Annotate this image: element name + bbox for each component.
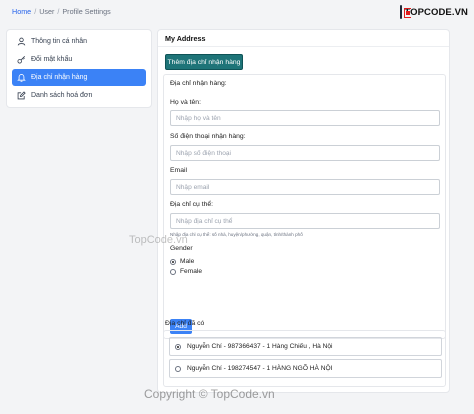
sidebar: Thông tin cá nhân Đổi mật khẩu Địa chỉ n…: [6, 29, 152, 108]
sidebar-item-label: Đổi mật khẩu: [31, 56, 73, 63]
sidebar-item-label: Địa chỉ nhận hàng: [31, 74, 88, 81]
user-icon: [17, 37, 26, 46]
gender-option-male[interactable]: Male: [170, 258, 194, 265]
saved-address-text: Nguyễn Chí - 198274547 - 1 HÀNG NGÕ HÀ N…: [187, 365, 333, 372]
saved-address-text: Nguyễn Chí - 987366437 - 1 Hàng Chiếu , …: [187, 343, 333, 350]
address-form: Địa chỉ nhận hàng: Họ và tên: Nhập họ và…: [163, 74, 446, 339]
address-input[interactable]: Nhập địa chỉ cụ thể: [170, 213, 440, 229]
saved-addresses-list: Nguyễn Chí - 987366437 - 1 Hàng Chiếu , …: [163, 330, 446, 387]
form-section-title: Địa chỉ nhận hàng:: [170, 80, 227, 87]
phone-label: Số điện thoại nhận hàng:: [170, 133, 246, 140]
phone-input[interactable]: Nhập số điện thoại: [170, 145, 440, 161]
saved-address-radio[interactable]: [175, 343, 181, 350]
radio-male[interactable]: [170, 258, 176, 265]
saved-address-item[interactable]: Nguyễn Chí - 987366437 - 1 Hàng Chiếu , …: [169, 337, 442, 356]
panel-divider: [158, 46, 449, 47]
email-input[interactable]: Nhập email: [170, 179, 440, 195]
sidebar-item-label: Danh sách hoá đơn: [31, 92, 93, 99]
address-label: Địa chỉ cụ thể:: [170, 201, 214, 208]
name-placeholder: Nhập họ và tên: [176, 114, 221, 122]
name-label: Họ và tên:: [170, 99, 201, 106]
saved-address-item[interactable]: Nguyễn Chí - 198274547 - 1 HÀNG NGÕ HÀ N…: [169, 359, 442, 378]
phone-placeholder: Nhập số điện thoại: [176, 149, 231, 157]
breadcrumb-home-link[interactable]: Home: [12, 7, 31, 16]
watermark-center: TopCode.vn: [129, 234, 188, 246]
breadcrumb-separator: /: [34, 7, 37, 16]
name-input[interactable]: Nhập họ và tên: [170, 110, 440, 126]
sidebar-item-shipping-address[interactable]: Địa chỉ nhận hàng: [12, 69, 146, 86]
email-placeholder: Nhập email: [176, 183, 210, 191]
gender-option-female[interactable]: Female: [170, 268, 202, 275]
edit-icon: [17, 91, 26, 100]
address-placeholder: Nhập địa chỉ cụ thể: [176, 217, 233, 225]
address-panel: My Address Thêm địa chỉ nhận hàng Địa ch…: [157, 29, 450, 393]
watermark-bottom: Copyright © TopCode.vn: [144, 387, 275, 401]
logo-text: TOPCODE.VN: [404, 6, 468, 18]
address-hint: Nhập địa chỉ cụ thể: số nhà, huyện/phườn…: [170, 232, 303, 237]
breadcrumb-user[interactable]: User: [39, 7, 54, 16]
breadcrumb-current: Profile Settings: [62, 7, 111, 16]
breadcrumb-separator: /: [57, 7, 60, 16]
topcode-logo: TOPCODE.VN: [400, 4, 468, 20]
sidebar-item-change-password[interactable]: Đổi mật khẩu: [12, 51, 146, 68]
saved-addresses-title: Địa chỉ đã có: [165, 320, 205, 327]
email-label: Email: [170, 167, 187, 174]
breadcrumb: Home / User / Profile Settings: [12, 7, 111, 16]
sidebar-item-personal-info[interactable]: Thông tin cá nhân: [12, 33, 146, 50]
radio-female[interactable]: [170, 268, 176, 275]
sidebar-item-invoice-list[interactable]: Danh sách hoá đơn: [12, 87, 146, 104]
gender-female-label: Female: [180, 268, 202, 275]
gender-male-label: Male: [180, 258, 195, 265]
key-icon: [17, 55, 26, 64]
panel-title: My Address: [165, 34, 206, 43]
bell-icon: [17, 74, 26, 82]
sidebar-item-label: Thông tin cá nhân: [31, 38, 88, 45]
add-address-button[interactable]: Thêm địa chỉ nhận hàng: [165, 54, 243, 70]
top-bar: Home / User / Profile Settings TOPCODE.VN: [0, 0, 474, 26]
gender-label: Gender: [170, 245, 193, 252]
logo-mark-icon: [400, 5, 413, 19]
saved-address-radio[interactable]: [175, 365, 181, 372]
